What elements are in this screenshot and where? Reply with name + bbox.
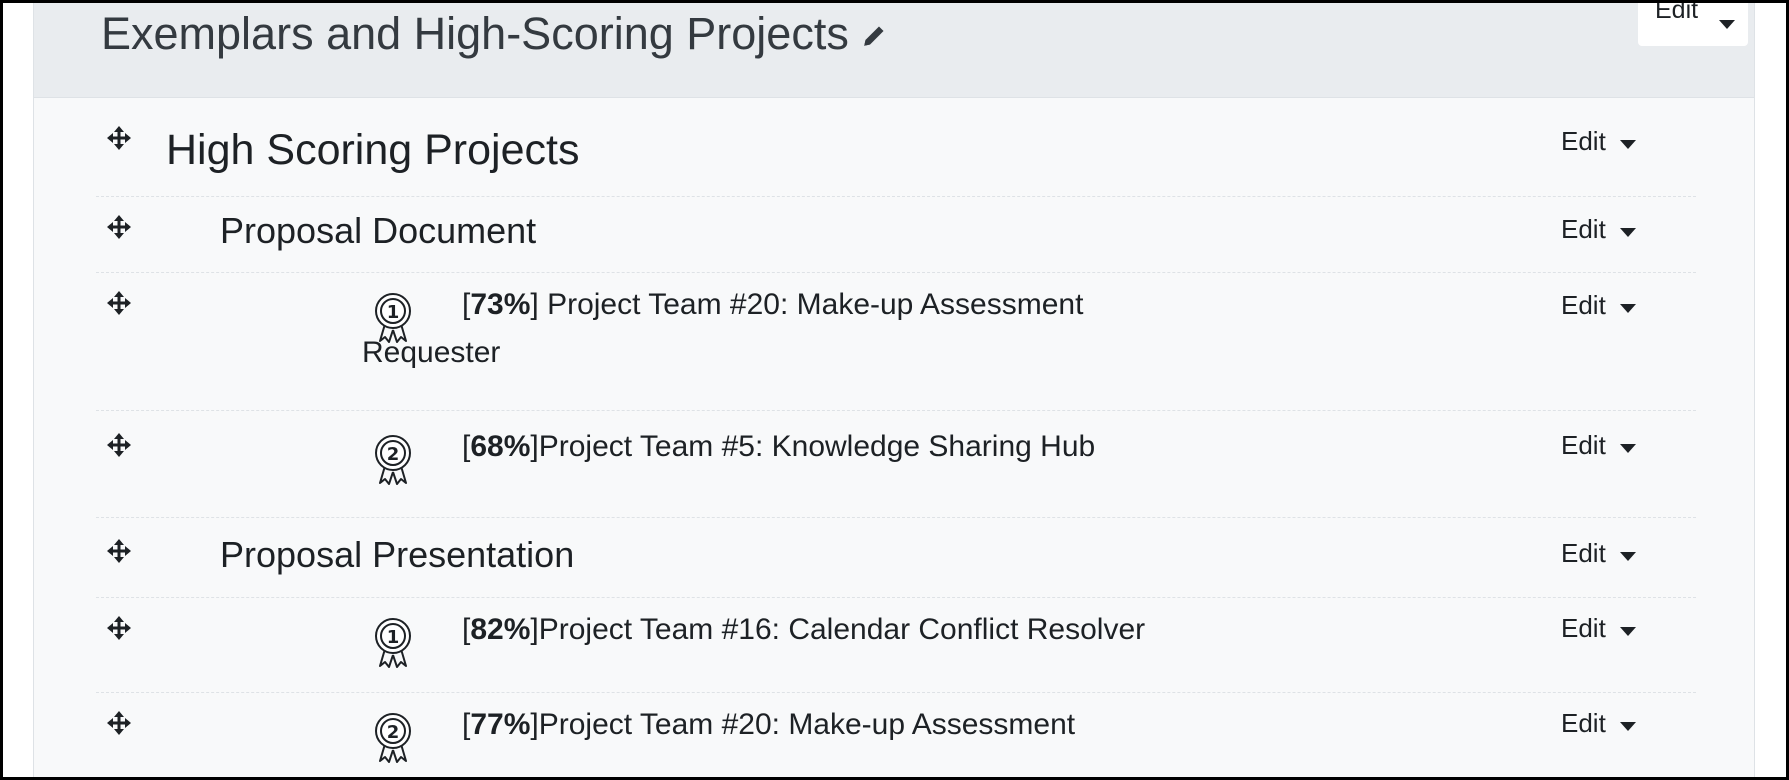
screenshot-frame: Exemplars and High-Scoring Projects Edit… [0, 0, 1789, 780]
list-item: 2 [68%]Project Team #5: Knowledge Sharin… [96, 410, 1696, 518]
move-icon[interactable] [106, 710, 132, 741]
caret-down-icon [1619, 430, 1636, 461]
edit-button[interactable]: Edit [1561, 613, 1636, 644]
move-icon[interactable] [106, 125, 132, 156]
move-icon[interactable] [106, 214, 132, 245]
project-title: Project Team #16: Calendar Conflict Reso… [538, 613, 1146, 646]
row-label: High Scoring Projects [166, 126, 580, 174]
score-percentage: 82% [470, 613, 531, 646]
caret-down-icon [1719, 8, 1735, 37]
edit-label: Edit [1561, 538, 1606, 568]
edit-label: Edit [1561, 613, 1606, 643]
row-label: Proposal Document [220, 210, 537, 251]
score-percentage: 68% [470, 430, 531, 463]
award-ribbon-icon: 2 [374, 434, 412, 491]
award-ribbon-icon: 1 [374, 617, 412, 674]
edit-button[interactable]: Edit [1561, 430, 1636, 461]
section-title-text: Exemplars and High-Scoring Projects [101, 8, 849, 59]
caret-down-icon [1619, 708, 1636, 739]
section-title: Exemplars and High-Scoring Projects [101, 8, 887, 60]
move-icon[interactable] [106, 538, 132, 569]
project-label: [77%]Project Team #20: Make-up Assessmen… [462, 708, 1076, 741]
section-header: Exemplars and High-Scoring Projects Edit [34, 0, 1754, 98]
course-section-card: Exemplars and High-Scoring Projects Edit… [33, 0, 1755, 777]
section-edit-label: Edit [1655, 0, 1699, 24]
score-percentage: 73% [470, 288, 531, 321]
edit-label: Edit [1561, 708, 1606, 738]
caret-down-icon [1619, 126, 1636, 157]
caret-down-icon [1619, 214, 1636, 245]
row-label: Proposal Presentation [220, 534, 575, 575]
list-item: Proposal Presentation Edit [96, 517, 1696, 598]
project-title: Project Team #20: Make-up Assessment [538, 288, 1084, 321]
edit-label: Edit [1561, 290, 1606, 320]
pencil-icon[interactable] [861, 8, 887, 60]
score-percentage: 77% [470, 708, 531, 741]
list-item: Proposal Document Edit [96, 196, 1696, 273]
project-title: Project Team #5: Knowledge Sharing Hub [538, 430, 1096, 463]
svg-text:1: 1 [387, 627, 400, 648]
edit-label: Edit [1561, 430, 1606, 460]
svg-text:1: 1 [387, 302, 400, 323]
edit-label: Edit [1561, 126, 1606, 156]
edit-label: Edit [1561, 214, 1606, 244]
project-label: [68%]Project Team #5: Knowledge Sharing … [462, 430, 1096, 463]
edit-button[interactable]: Edit [1561, 538, 1636, 569]
list-item: 1 [73%] Project Team #20: Make-up Assess… [96, 272, 1696, 411]
edit-button[interactable]: Edit [1561, 126, 1636, 157]
project-title: Project Team #20: Make-up Assessment [538, 708, 1076, 741]
move-icon[interactable] [106, 432, 132, 463]
list-item: 1 [82%]Project Team #16: Calendar Confli… [96, 597, 1696, 693]
caret-down-icon [1619, 613, 1636, 644]
award-ribbon-icon: 2 [374, 712, 412, 769]
section-edit-button[interactable]: Edit [1638, 0, 1748, 46]
project-label: [82%]Project Team #16: Calendar Conflict… [462, 613, 1146, 646]
list-item: High Scoring Projects Edit [96, 104, 1696, 197]
edit-button[interactable]: Edit [1561, 290, 1636, 321]
svg-text:2: 2 [387, 722, 400, 743]
edit-button[interactable]: Edit [1561, 708, 1636, 739]
move-icon[interactable] [106, 290, 132, 321]
caret-down-icon [1619, 290, 1636, 321]
project-label: [73%] Project Team #20: Make-up Assessme… [462, 288, 1084, 321]
caret-down-icon [1619, 538, 1636, 569]
project-title-continuation: Requester [362, 336, 501, 369]
svg-text:2: 2 [387, 444, 400, 465]
edit-button[interactable]: Edit [1561, 214, 1636, 245]
list-item: 2 [77%]Project Team #20: Make-up Assessm… [96, 692, 1696, 777]
move-icon[interactable] [106, 615, 132, 646]
